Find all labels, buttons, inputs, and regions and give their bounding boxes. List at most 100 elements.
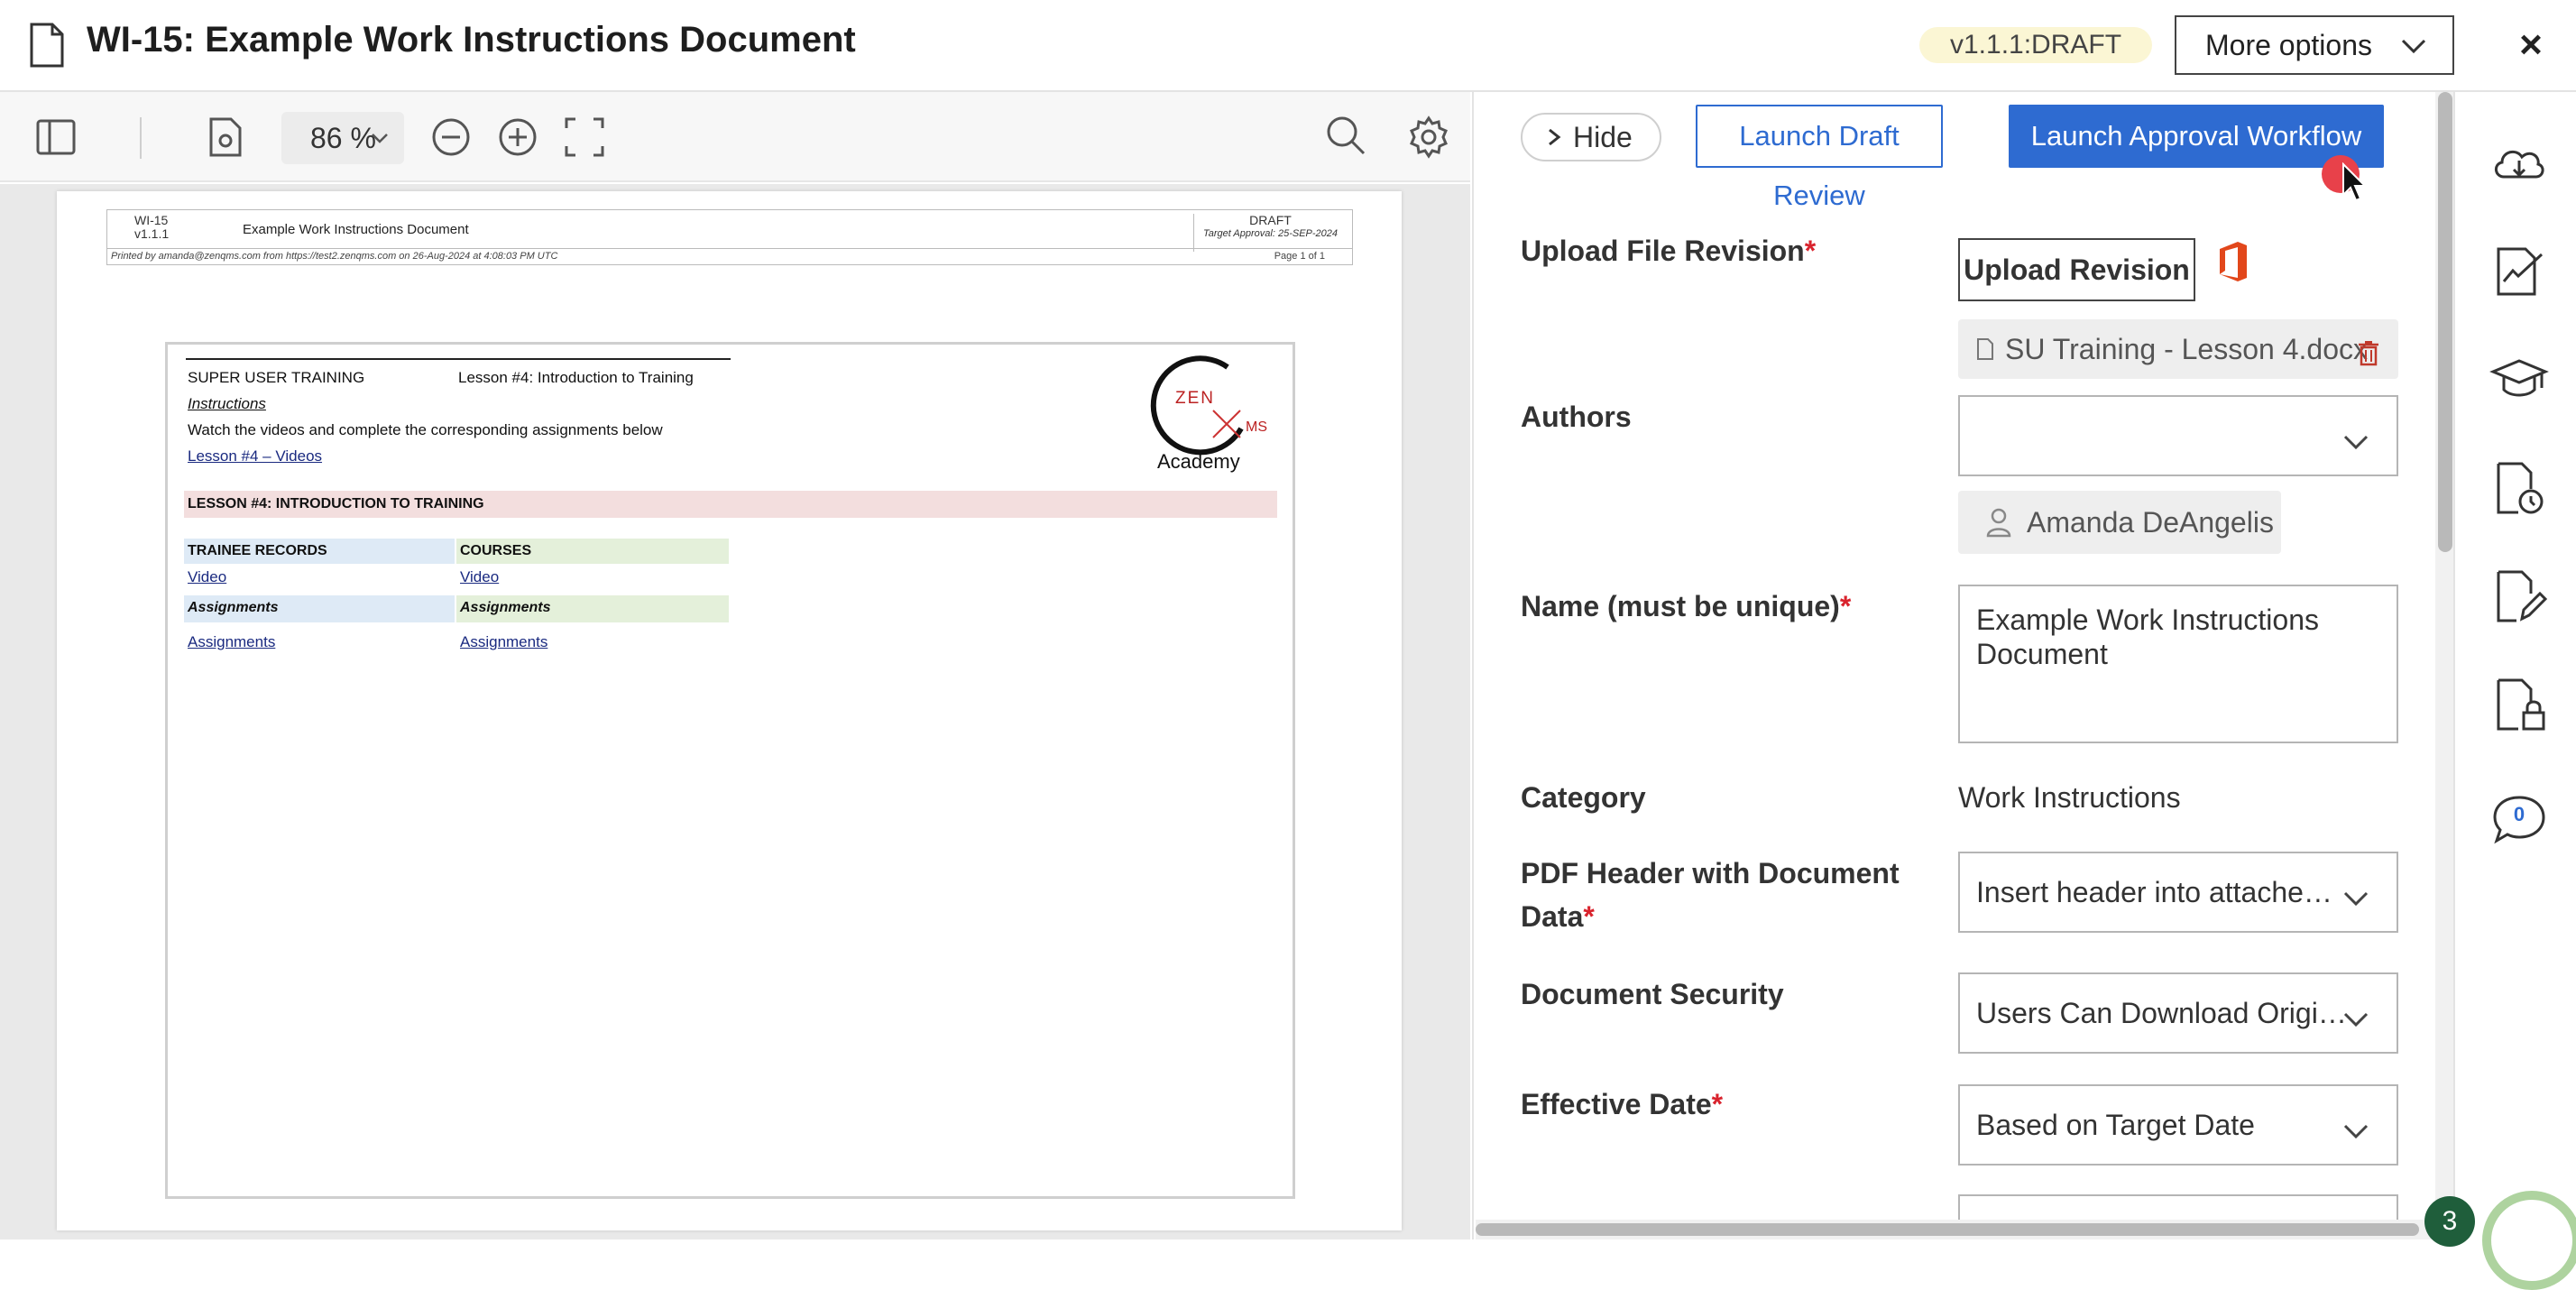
panel-actions: Hide Launch Draft Review Launch Approval… bbox=[1474, 92, 2453, 211]
category-label: Category bbox=[1521, 781, 1646, 814]
author-chip[interactable]: Amanda DeAngelis bbox=[1958, 491, 2281, 554]
more-options-dropdown[interactable]: More options bbox=[2175, 15, 2454, 75]
required-marker: * bbox=[1804, 235, 1817, 267]
name-label-text: Name (must be unique) bbox=[1521, 590, 1840, 622]
instructions-text: Watch the videos and complete the corres… bbox=[188, 421, 663, 438]
scrollbar-thumb[interactable] bbox=[2438, 92, 2452, 552]
page-settings-icon[interactable] bbox=[204, 115, 247, 159]
version-badge: v1.1.1:DRAFT bbox=[1919, 27, 2153, 63]
pdf-page: WI-15 v1.1.1 Example Work Instructions D… bbox=[57, 191, 1402, 1230]
launch-approval-workflow-button[interactable]: Launch Approval Workflow bbox=[2009, 105, 2384, 168]
pdf-header-status: DRAFT Target Approval: 25-SEP-2024 bbox=[1193, 214, 1347, 252]
section-banner: LESSON #4: INTRODUCTION TO TRAINING bbox=[188, 496, 484, 511]
properties-panel: Hide Launch Draft Review Launch Approval… bbox=[1472, 92, 2453, 1239]
courses-assignments-heading: Assignments bbox=[460, 600, 551, 615]
chevron-right-icon bbox=[1549, 128, 1561, 146]
settings-gear-icon[interactable] bbox=[1407, 115, 1450, 159]
pdf-header-title: Example Work Instructions Document bbox=[243, 222, 469, 237]
comments-icon[interactable]: 0 bbox=[2489, 790, 2549, 850]
effective-date-label-text: Effective Date bbox=[1521, 1088, 1712, 1120]
document-lock-icon[interactable] bbox=[2489, 675, 2549, 734]
office-icon bbox=[2220, 242, 2247, 281]
mouse-cursor-icon bbox=[2342, 162, 2367, 202]
chevron-down-icon bbox=[2343, 1012, 2369, 1027]
comment-count: 0 bbox=[2513, 803, 2525, 825]
zenqms-academy-logo: ZEN MS Academy bbox=[1146, 349, 1282, 475]
hide-panel-button[interactable]: Hide bbox=[1521, 113, 1661, 161]
pdf-header-code: WI-15 v1.1.1 bbox=[134, 214, 169, 241]
pdf-document-header: WI-15 v1.1.1 Example Work Instructions D… bbox=[106, 209, 1353, 252]
title-rule bbox=[186, 358, 731, 360]
viewer-toolbar: 86 % bbox=[0, 92, 1470, 182]
panel-horizontal-scrollbar[interactable] bbox=[1476, 1220, 2435, 1239]
effective-date-value: Based on Target Date bbox=[1976, 1109, 2255, 1141]
close-icon[interactable]: × bbox=[2513, 25, 2549, 65]
chevron-down-icon bbox=[2401, 39, 2426, 54]
pdf-header-target: Target Approval: 25-SEP-2024 bbox=[1203, 228, 1338, 239]
effective-date-select[interactable]: Based on Target Date bbox=[1958, 1084, 2398, 1166]
logo-zen-text: ZEN bbox=[1175, 389, 1215, 408]
hide-label: Hide bbox=[1573, 121, 1633, 153]
graduation-cap-icon[interactable] bbox=[2489, 350, 2549, 410]
name-textarea[interactable]: Example Work Instructions Document bbox=[1958, 585, 2398, 743]
printed-by-text: Printed by amanda@zenqms.com from https:… bbox=[111, 251, 558, 262]
pdf-header-label-line1: PDF Header with Document bbox=[1521, 857, 1900, 889]
zoom-out-icon[interactable] bbox=[429, 115, 473, 159]
document-edit-icon[interactable] bbox=[2489, 567, 2549, 626]
panel-vertical-scrollbar[interactable] bbox=[2435, 92, 2453, 1239]
chevron-down-icon bbox=[372, 134, 388, 143]
upload-file-revision-label: Upload File Revision* bbox=[1521, 229, 1816, 272]
authors-select[interactable] bbox=[1958, 395, 2398, 476]
cloud-download-icon[interactable] bbox=[2489, 134, 2549, 193]
chevron-down-icon bbox=[2343, 435, 2369, 450]
document-content: SUPER USER TRAINING Lesson #4: Introduct… bbox=[165, 342, 1295, 1199]
author-chip-name: Amanda DeAngelis bbox=[2027, 506, 2274, 539]
search-icon[interactable] bbox=[1324, 114, 1367, 157]
chevron-down-icon bbox=[2343, 1124, 2369, 1139]
pdf-header-select[interactable]: Insert header into attache… bbox=[1958, 852, 2398, 933]
document-security-value: Users Can Download Origi… bbox=[1976, 997, 2347, 1029]
trash-icon[interactable] bbox=[2357, 339, 2380, 366]
required-marker: * bbox=[1839, 590, 1852, 622]
trainee-records-header: TRAINEE RECORDS bbox=[188, 543, 327, 558]
pdf-header-value: Insert header into attache… bbox=[1976, 876, 2332, 908]
logo-academy-text: Academy bbox=[1157, 450, 1240, 473]
user-icon bbox=[1986, 508, 2011, 538]
instructions-heading: Instructions bbox=[188, 395, 266, 412]
zoom-in-icon[interactable] bbox=[496, 115, 539, 159]
required-marker: * bbox=[1711, 1088, 1724, 1120]
attached-file-chip: SU Training - Lesson 4.docx bbox=[1958, 319, 2398, 379]
fullscreen-icon[interactable] bbox=[563, 115, 606, 159]
trainee-assignments-heading: Assignments bbox=[188, 600, 279, 615]
effective-date-label: Effective Date* bbox=[1521, 1083, 1723, 1126]
sidebar-toggle-icon[interactable] bbox=[34, 115, 78, 159]
document-history-icon[interactable] bbox=[2489, 458, 2549, 518]
signature-chart-icon[interactable] bbox=[2489, 242, 2549, 301]
document-icon bbox=[30, 23, 64, 68]
document-viewer[interactable]: WI-15 v1.1.1 Example Work Instructions D… bbox=[0, 184, 1470, 1239]
launch-draft-review-button[interactable]: Launch Draft Review bbox=[1696, 105, 1943, 211]
trainee-assignments-link[interactable]: Assignments bbox=[188, 633, 275, 651]
help-widget-ring bbox=[2482, 1191, 2576, 1290]
zoom-level-value: 86 % bbox=[310, 122, 376, 154]
trainee-video-link[interactable]: Video bbox=[188, 568, 226, 586]
pdf-header-label-line2: Data bbox=[1521, 900, 1584, 933]
courses-header: COURSES bbox=[460, 543, 532, 558]
courses-video-link[interactable]: Video bbox=[460, 568, 499, 586]
pdf-print-line: Printed by amanda@zenqms.com from https:… bbox=[106, 249, 1353, 265]
authors-label: Authors bbox=[1521, 401, 1632, 433]
right-icon-rail: 0 bbox=[2453, 92, 2576, 1239]
document-security-select[interactable]: Users Can Download Origi… bbox=[1958, 972, 2398, 1054]
courses-assignments-link[interactable]: Assignments bbox=[460, 633, 547, 651]
videos-link[interactable]: Lesson #4 – Videos bbox=[188, 447, 322, 465]
upload-label-text: Upload File Revision bbox=[1521, 235, 1805, 267]
zoom-level-select[interactable]: 86 % bbox=[281, 112, 404, 164]
category-value: Work Instructions bbox=[1958, 781, 2181, 814]
top-bar: WI-15: Example Work Instructions Documen… bbox=[0, 0, 2576, 92]
scrollbar-thumb[interactable] bbox=[1476, 1223, 2419, 1236]
lesson-title: Lesson #4: Introduction to Training bbox=[458, 369, 694, 386]
document-security-label: Document Security bbox=[1521, 978, 1784, 1010]
pdf-header-code-id: WI-15 bbox=[134, 213, 169, 227]
upload-revision-button[interactable]: Upload Revision bbox=[1958, 238, 2195, 301]
name-label: Name (must be unique)* bbox=[1521, 585, 1851, 628]
